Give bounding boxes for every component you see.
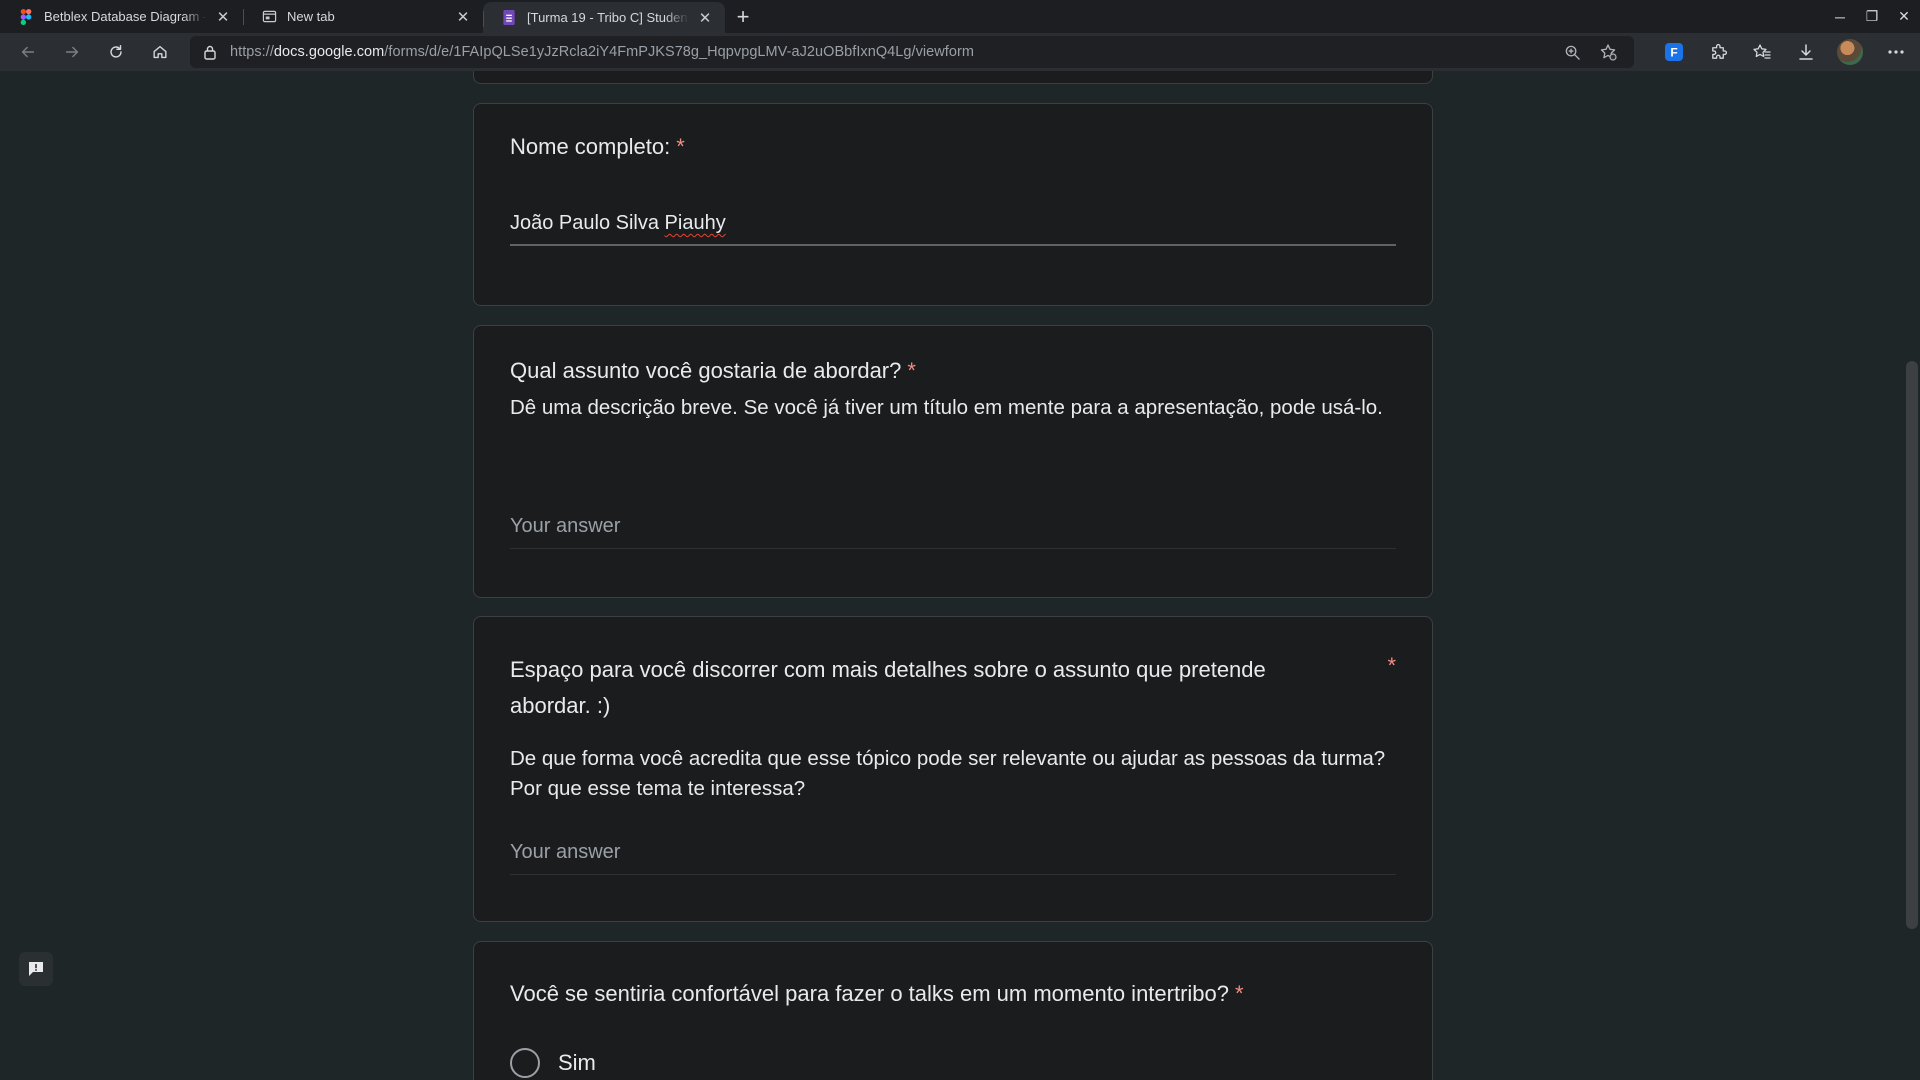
question-description: De que forma você acredita que esse tópi… [510,747,1386,800]
feedback-icon [29,962,43,976]
report-feedback-button[interactable] [19,952,53,986]
address-bar[interactable]: https://docs.google.com/forms/d/e/1FAIpQ… [190,36,1634,68]
favorites-icon[interactable] [1740,33,1784,71]
forward-button[interactable] [50,33,94,71]
zoom-icon[interactable] [1554,44,1590,61]
question-title-text: Você se sentiria confortável para fazer … [510,981,1230,1006]
svg-text:F: F [1670,46,1677,60]
required-asterisk: * [907,358,916,383]
required-asterisk: * [676,134,685,159]
forward-arrow-icon [65,46,79,58]
newtab-icon [261,9,277,25]
url-host: docs.google.com [273,44,385,60]
topic-answer-input[interactable]: Your answer [510,511,1396,549]
radio-button[interactable] [510,1048,540,1078]
question-description: Dê uma descrição breve. Se você já tiver… [510,396,1383,419]
question-card-details: Espaço para você discorrer com mais deta… [473,616,1433,922]
extension-f-icon[interactable]: F [1652,33,1696,71]
question-title: Espaço para você discorrer com mais deta… [510,657,1266,718]
window-controls: ─ ❐ ✕ [1824,0,1920,33]
radio-label: Sim [558,1050,596,1075]
restore-button[interactable]: ❐ [1856,0,1888,33]
tab-strip: Betblex Database Diagram – Figma ✕ New t… [0,0,1920,33]
downloads-icon[interactable] [1784,33,1828,71]
add-favorite-icon[interactable] [1590,43,1626,61]
reload-icon [110,44,122,58]
question-title-text: Nome completo: [510,134,671,159]
minimize-button[interactable]: ─ [1824,0,1856,33]
url-path: /forms/d/e/1FAIpQLSe1yJzRcla2iY4FmPJKS78… [384,44,975,60]
new-tab-button[interactable]: + [725,0,761,33]
required-asterisk: * [1387,653,1396,678]
close-icon[interactable]: ✕ [453,7,473,27]
scrollbar[interactable] [1904,71,1920,1080]
close-window-button[interactable]: ✕ [1888,0,1920,33]
figma-icon [18,8,34,25]
question-title: Nome completo: * [510,129,685,165]
scrollbar-thumb[interactable] [1906,361,1918,929]
forms-icon [501,10,517,26]
previous-question-card [473,71,1433,84]
close-icon[interactable]: ✕ [213,7,233,27]
reload-button[interactable] [94,33,138,71]
question-card-comfort: Você se sentiria confortável para fazer … [473,941,1433,1080]
lock-icon[interactable] [190,44,230,60]
tab-title: New tab [287,9,335,24]
question-card-topic: Qual assunto você gostaria de abordar? * … [473,325,1433,598]
question-title-text: Qual assunto você gostaria de abordar? [510,358,902,383]
answer-text: João Paulo Silva [510,212,665,234]
url-prefix: https:// [230,44,274,60]
profile-avatar[interactable] [1828,33,1872,71]
back-button[interactable] [6,33,50,71]
radio-option-sim[interactable]: Sim [510,1048,596,1078]
question-title: Você se sentiria confortável para fazer … [510,976,1396,1012]
required-asterisk: * [1235,981,1244,1006]
browser-toolbar: https://docs.google.com/forms/d/e/1FAIpQ… [0,33,1920,71]
tab-title: [Turma 19 - Tribo C] Student Talks [527,10,689,25]
misspelled-word: Piauhy [664,212,726,234]
details-answer-input[interactable]: Your answer [510,837,1396,875]
tab-title: Betblex Database Diagram – Figma [44,9,207,24]
avatar [1837,39,1863,65]
back-arrow-icon [21,46,35,58]
close-icon[interactable]: ✕ [695,8,715,28]
question-card-name: Nome completo: * João Paulo Silva Piauhy [473,103,1433,306]
url-text: https://docs.google.com/forms/d/e/1FAIpQ… [230,44,974,60]
name-answer-input[interactable]: João Paulo Silva Piauhy [510,208,1396,246]
tab-google-form[interactable]: [Turma 19 - Tribo C] Student Talks ✕ [483,2,725,33]
tab-new-tab[interactable]: New tab ✕ [243,0,483,33]
home-icon [153,45,167,59]
home-button[interactable] [138,33,182,71]
form-page: Nome completo: * João Paulo Silva Piauhy … [0,71,1920,1080]
tab-figma[interactable]: Betblex Database Diagram – Figma ✕ [0,0,243,33]
extensions-puzzle-icon[interactable] [1696,33,1740,71]
question-title: Qual assunto você gostaria de abordar? * [510,353,1396,389]
settings-menu-icon[interactable] [1872,33,1920,71]
